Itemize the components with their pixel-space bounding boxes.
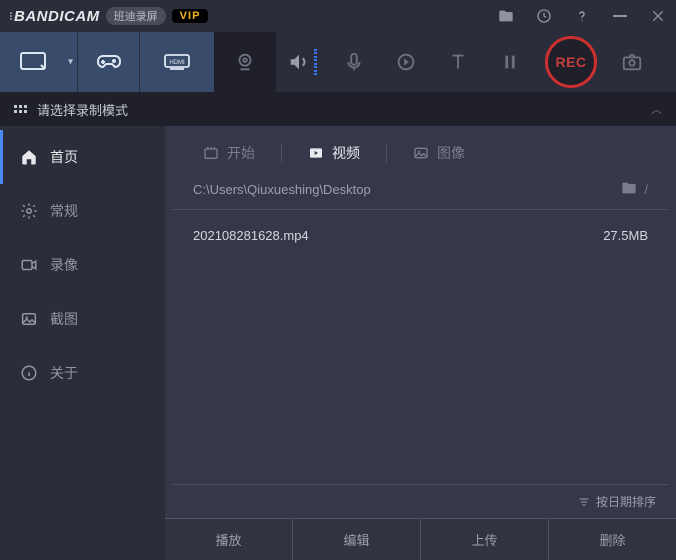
path-row: C:\Users\Qiuxueshing\Desktop / (173, 180, 668, 210)
path-text: C:\Users\Qiuxueshing\Desktop (193, 182, 371, 197)
record-label: REC (555, 54, 586, 70)
sidebar-item-label: 常规 (50, 201, 78, 221)
sidebar-item-label: 关于 (50, 363, 78, 383)
sidebar-item-label: 截图 (50, 309, 78, 329)
file-size: 27.5MB (603, 228, 648, 243)
sidebar-item-home[interactable]: 首页 (0, 130, 165, 184)
snapshot-button[interactable] (606, 32, 658, 92)
action-bar: 播放 编辑 上传 删除 (165, 518, 676, 560)
cursor-effect-button[interactable] (380, 32, 432, 92)
brand-name: BANDICAM (14, 8, 100, 25)
tab-label: 图像 (437, 143, 465, 163)
speaker-button[interactable] (276, 32, 328, 92)
close-button[interactable] (650, 8, 666, 24)
chevron-down-icon: ▾ (68, 57, 73, 68)
sort-control[interactable]: 按日期排序 (165, 485, 676, 518)
file-name: 202108281628.mp4 (193, 228, 309, 243)
file-row[interactable]: 202108281628.mp4 27.5MB (181, 218, 660, 253)
svg-text:HDMI: HDMI (169, 60, 185, 66)
webcam-button[interactable] (214, 32, 276, 92)
upload-button[interactable]: 上传 (421, 519, 549, 560)
pause-button[interactable] (484, 32, 536, 92)
grid-icon (14, 105, 27, 113)
sidebar-item-label: 首页 (50, 147, 78, 167)
sidebar-item-label: 录像 (50, 255, 78, 275)
tab-label: 开始 (227, 143, 255, 163)
tab-start[interactable]: 开始 (177, 140, 281, 166)
record-button[interactable]: REC (545, 36, 597, 88)
mode-selector-label: 请选择录制模式 (37, 100, 128, 119)
mode-game-button[interactable] (78, 32, 140, 92)
folder-icon[interactable] (498, 8, 514, 24)
vip-badge: VIP (172, 9, 209, 23)
brand-subtitle: 班迪录屏 (106, 7, 166, 25)
sidebar-item-video[interactable]: 录像 (0, 238, 165, 292)
tab-label: 视频 (332, 143, 360, 163)
app-logo: BANDICAM (10, 8, 100, 25)
mode-device-button[interactable]: HDMI (140, 32, 214, 92)
help-icon[interactable] (574, 8, 590, 24)
tab-video[interactable]: 视频 (282, 140, 386, 166)
content-area: 开始 视频 图像 C:\Users\Qiuxueshing\Desktop / (165, 126, 676, 560)
play-button[interactable]: 播放 (165, 519, 293, 560)
file-list: 202108281628.mp4 27.5MB (173, 210, 668, 485)
clock-icon[interactable] (536, 8, 552, 24)
mode-selector-bar[interactable]: 请选择录制模式 ︿ (0, 92, 676, 126)
microphone-button[interactable] (328, 32, 380, 92)
mode-screen-button[interactable]: ▾ (0, 32, 78, 92)
sidebar: 首页 常规 录像 截图 关于 (0, 126, 165, 560)
minimize-button[interactable] (612, 8, 628, 24)
title-bar: BANDICAM 班迪录屏 VIP (0, 0, 676, 32)
edit-button[interactable]: 编辑 (293, 519, 421, 560)
open-folder-button[interactable] (620, 180, 638, 199)
sidebar-item-general[interactable]: 常规 (0, 184, 165, 238)
tab-image[interactable]: 图像 (387, 140, 491, 166)
main-toolbar: ▾ HDMI RE (0, 32, 676, 92)
path-suffix: / (644, 182, 648, 197)
sidebar-item-image[interactable]: 截图 (0, 292, 165, 346)
sidebar-item-about[interactable]: 关于 (0, 346, 165, 400)
text-overlay-button[interactable] (432, 32, 484, 92)
chevron-up-icon: ︿ (651, 101, 662, 117)
delete-button[interactable]: 删除 (549, 519, 676, 560)
sort-label: 按日期排序 (596, 493, 656, 510)
